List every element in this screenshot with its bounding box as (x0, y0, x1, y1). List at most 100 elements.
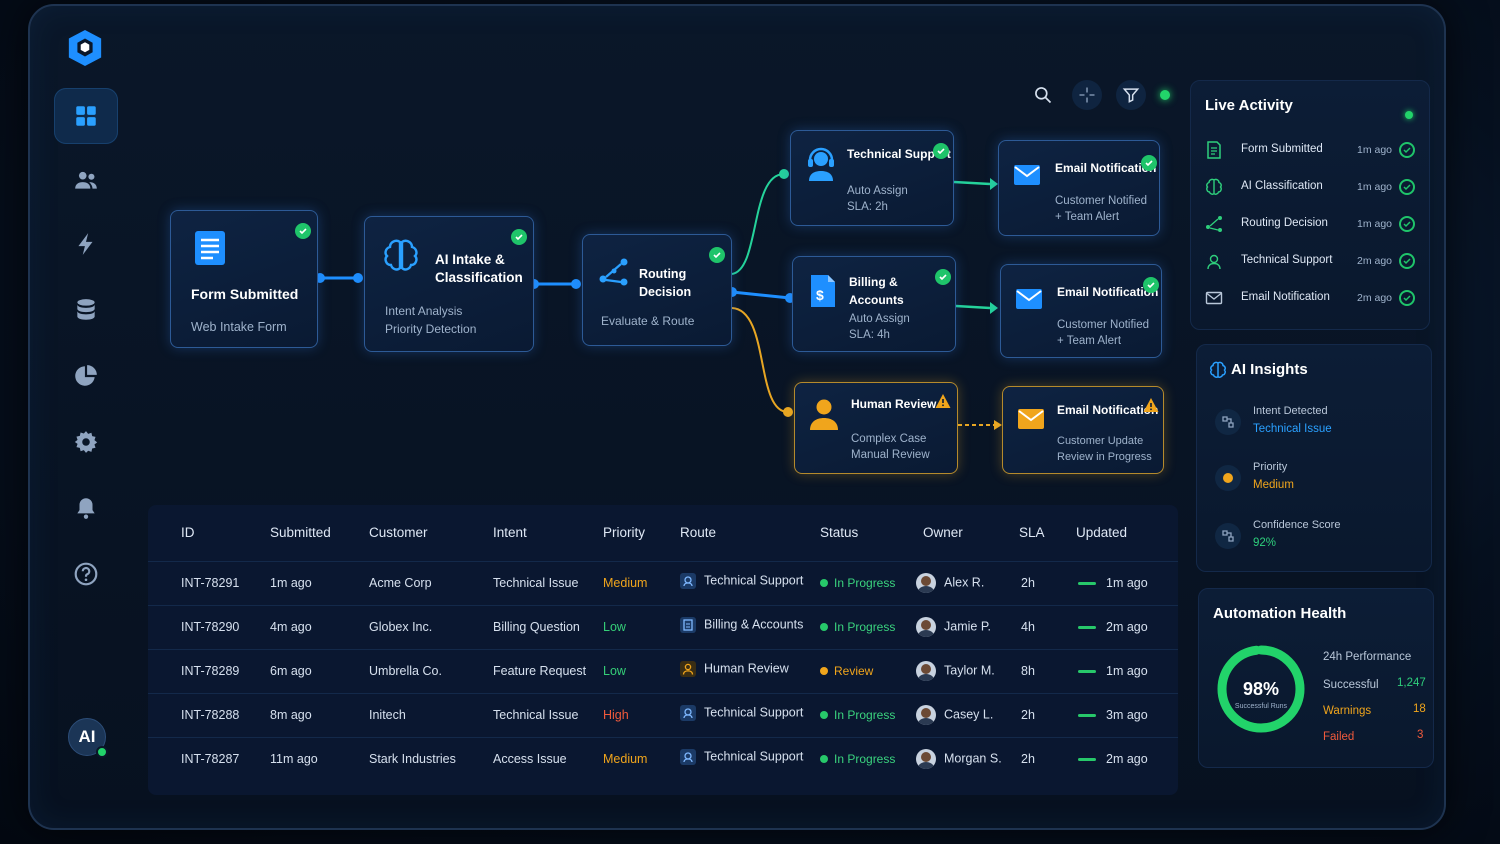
node-email-notification-1[interactable]: Email Notification Customer Notified + T… (998, 140, 1160, 236)
column-header[interactable]: Priority (603, 525, 645, 540)
column-header[interactable]: Status (820, 525, 858, 540)
insight-value: Medium (1253, 479, 1294, 491)
check-circle-icon (1399, 179, 1415, 195)
status-label: In Progress (834, 708, 896, 722)
node-human-review[interactable]: Human Review Complex Case Manual Review (794, 382, 958, 474)
nav-analytics[interactable] (54, 348, 118, 404)
column-header[interactable]: Updated (1076, 525, 1127, 540)
activity-bar (1078, 670, 1096, 674)
cell-intent: Technical Issue (493, 576, 579, 590)
perf-failed-value: 3 (1417, 729, 1424, 741)
activity-item[interactable]: Technical Support 2m ago (1205, 248, 1415, 278)
activity-bar (1078, 714, 1096, 718)
node-technical-support[interactable]: Technical Support Auto Assign SLA: 2h (790, 130, 954, 226)
node-title: Classification (435, 270, 523, 285)
intent-icon (1215, 409, 1241, 435)
column-header[interactable]: Intent (493, 525, 527, 540)
node-email-notification-2[interactable]: Email Notification Customer Notified + T… (1000, 264, 1162, 358)
bolt-icon (78, 233, 93, 255)
activity-time: 2m ago (1357, 255, 1393, 267)
cell-submitted: 1m ago (270, 576, 312, 590)
cell-intent: Feature Request (493, 664, 587, 678)
nav-settings[interactable] (54, 414, 118, 470)
column-header[interactable]: Submitted (270, 525, 331, 540)
owner-name: Jamie P. (944, 619, 992, 634)
cell-customer: Stark Industries (369, 752, 456, 766)
nav-database[interactable] (54, 282, 118, 338)
node-billing-accounts[interactable]: $ Billing & Accounts Auto Assign SLA: 4h (792, 256, 956, 352)
nav-dashboard[interactable] (54, 88, 118, 144)
activity-item[interactable]: Email Notification 2m ago (1205, 285, 1415, 315)
cell-priority: Low (603, 620, 626, 634)
cell-priority: Low (603, 664, 626, 678)
node-subtitle: SLA: 2h (847, 201, 888, 213)
form-icon (1207, 141, 1221, 159)
headset-icon (680, 573, 696, 589)
cell-route: Technical Support (680, 749, 803, 765)
column-header[interactable]: Customer (369, 525, 428, 540)
column-header[interactable]: ID (181, 525, 195, 540)
activity-item[interactable]: AI Classification 1m ago (1205, 174, 1415, 204)
check-icon (295, 223, 311, 239)
mail-icon (1205, 291, 1223, 305)
cell-sla: 8h (1021, 664, 1035, 678)
activity-label: Email Notification (1241, 291, 1330, 303)
cell-intent: Access Issue (493, 752, 567, 766)
node-routing-decision[interactable]: Routing Decision Evaluate & Route (582, 234, 732, 346)
table-header: ID Submitted Customer Intent Priority Ro… (148, 505, 1178, 561)
cell-status: In Progress (820, 576, 895, 590)
column-header[interactable]: SLA (1019, 525, 1045, 540)
insight-priority: Priority Medium (1211, 459, 1421, 503)
check-icon (933, 143, 949, 159)
node-subtitle: SLA: 4h (849, 329, 890, 341)
route-label: Technical Support (704, 573, 804, 588)
cell-route: Billing & Accounts (680, 617, 803, 633)
node-subtitle: Review in Progress (1057, 451, 1152, 463)
activity-time: 1m ago (1357, 144, 1393, 156)
node-title: AI Intake & (435, 252, 505, 267)
node-form-submitted[interactable]: Form Submitted Web Intake Form (170, 210, 318, 348)
node-title: Routing Decision (639, 267, 692, 299)
headset-icon (808, 147, 834, 181)
node-subtitle: Customer Update (1057, 435, 1144, 447)
activity-item[interactable]: Routing Decision 1m ago (1205, 211, 1415, 241)
cell-owner: Casey L. (916, 705, 993, 725)
activity-bar (1078, 758, 1096, 762)
node-email-notification-3[interactable]: Email Notification Customer Update Revie… (1002, 386, 1164, 474)
node-subtitle: Evaluate & Route (601, 314, 695, 328)
node-ai-intake[interactable]: AI Intake & Classification Intent Analys… (364, 216, 534, 352)
perf-successful-label: Successful (1323, 679, 1379, 691)
brain-icon (384, 239, 418, 271)
connector-dot (779, 169, 789, 179)
node-subtitle: Auto Assign (847, 185, 908, 197)
check-circle-icon (1399, 216, 1415, 232)
insight-value: Technical Issue (1253, 423, 1332, 435)
nav-notifications[interactable] (54, 480, 118, 536)
brain-icon (1206, 178, 1222, 195)
headset-icon (680, 749, 696, 765)
check-icon (709, 247, 725, 263)
table-row[interactable]: INT-78288 8m ago Initech Technical Issue… (148, 693, 1178, 737)
nav-help[interactable] (54, 546, 118, 602)
cases-table: ID Submitted Customer Intent Priority Ro… (148, 505, 1178, 795)
cell-route: Technical Support (680, 573, 803, 589)
cell-status: Review (820, 664, 873, 678)
table-row[interactable]: INT-78289 6m ago Umbrella Co. Feature Re… (148, 649, 1178, 693)
node-subtitle: Auto Assign (849, 313, 910, 325)
nav-automations[interactable] (54, 216, 118, 272)
table-row[interactable]: INT-78287 11m ago Stark Industries Acces… (148, 737, 1178, 781)
column-header[interactable]: Owner (923, 525, 963, 540)
activity-item[interactable]: Form Submitted 1m ago (1205, 137, 1415, 167)
node-title: Form Submitted (191, 286, 299, 302)
invoice-icon: $ (811, 275, 835, 307)
check-icon (511, 229, 527, 245)
node-subtitle: + Team Alert (1055, 211, 1120, 223)
table-row[interactable]: INT-78290 4m ago Globex Inc. Billing Que… (148, 605, 1178, 649)
cell-status: In Progress (820, 708, 895, 722)
svg-text:$: $ (816, 287, 824, 303)
table-row[interactable]: INT-78291 1m ago Acme Corp Technical Iss… (148, 561, 1178, 605)
cell-updated: 2m ago (1078, 752, 1148, 766)
column-header[interactable]: Route (680, 525, 716, 540)
brain-icon (1210, 361, 1226, 378)
nav-users[interactable] (54, 152, 118, 208)
